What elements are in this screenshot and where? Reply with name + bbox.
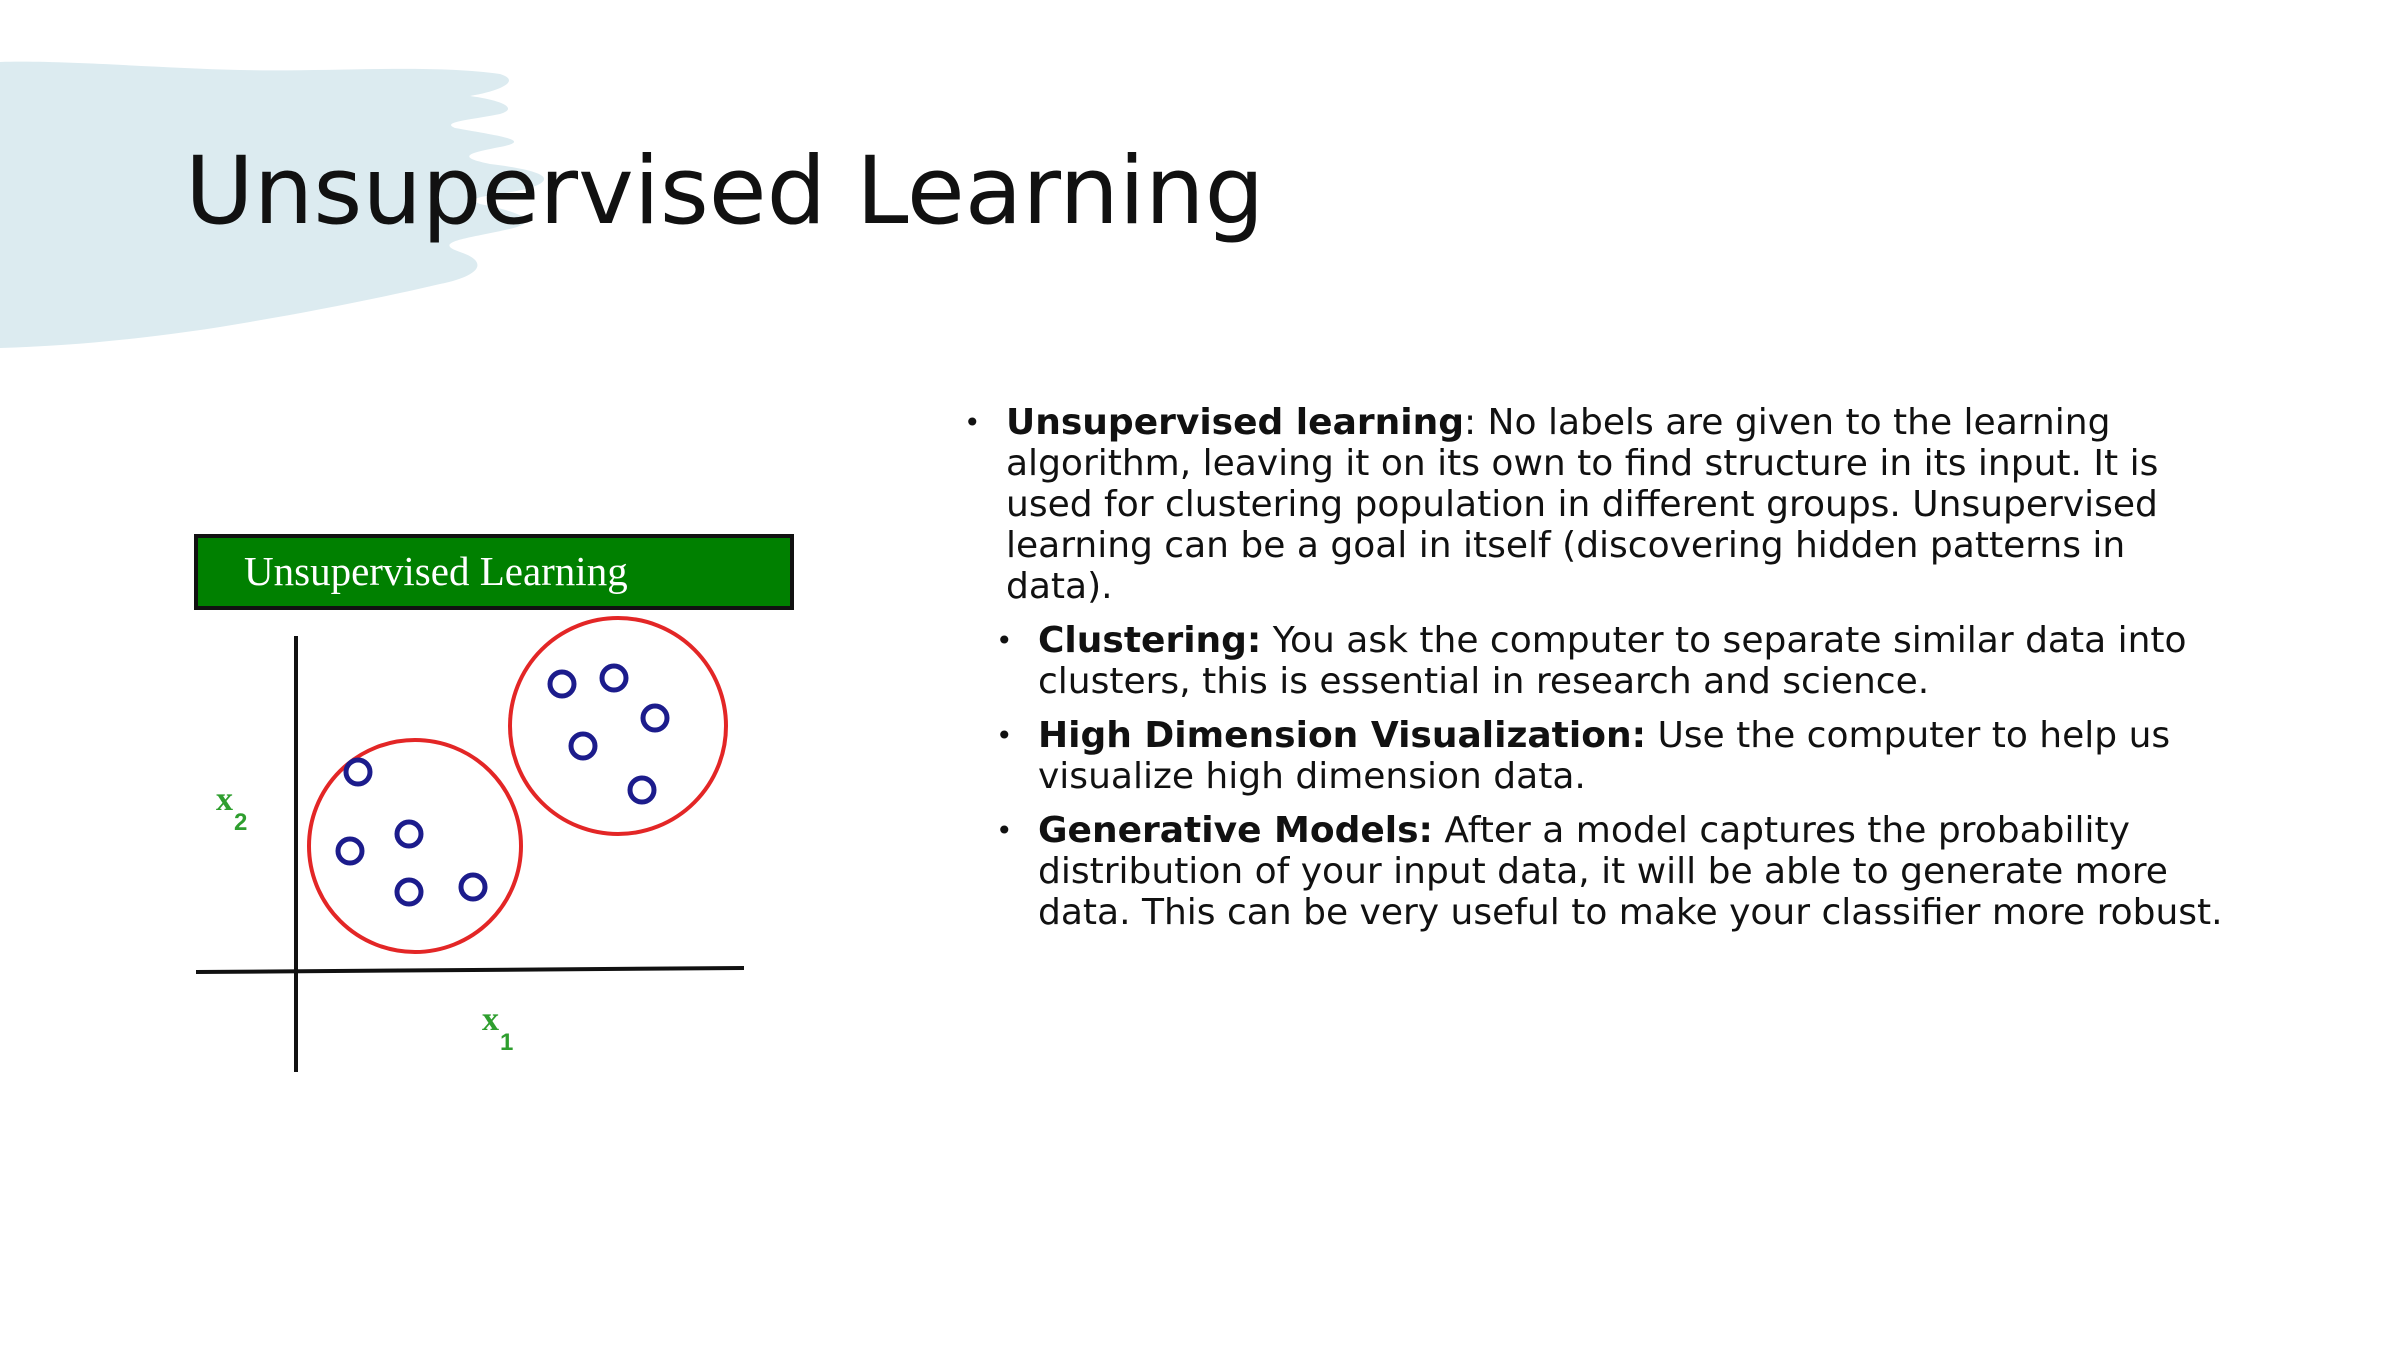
data-point [627, 775, 657, 805]
bullet-generative-models: Generative Models: After a model capture… [960, 810, 2240, 933]
bullet-term: Clustering: [1038, 620, 1262, 661]
data-point [394, 877, 424, 907]
unsupervised-learning-diagram: Unsupervised Learning x 2 x 1 [190, 528, 800, 1083]
data-point [547, 669, 577, 699]
data-point [343, 757, 373, 787]
x-axis-label: x [482, 1001, 499, 1038]
bullet-content: Unsupervised learning: No labels are giv… [960, 402, 2240, 946]
y-axis-subscript: 2 [234, 809, 247, 836]
bullet-term: Generative Models: [1038, 810, 1433, 851]
bullet-term: High Dimension Visualization: [1038, 715, 1646, 756]
bullet-term: Unsupervised learning [1006, 402, 1464, 443]
data-point [458, 872, 488, 902]
y-axis-label: x [216, 781, 233, 818]
x-axis-subscript: 1 [500, 1029, 513, 1056]
data-point [335, 836, 365, 866]
cluster-boundary-2 [508, 616, 728, 836]
bullet-high-dimension-visualization: High Dimension Visualization: Use the co… [960, 715, 2240, 797]
slide-title: Unsupervised Learning [185, 137, 1265, 246]
bullet-clustering: Clustering: You ask the computer to sepa… [960, 620, 2240, 702]
x-axis [195, 966, 745, 974]
diagram-header-label: Unsupervised Learning [244, 548, 628, 594]
data-point [568, 731, 598, 761]
data-point [599, 663, 629, 693]
bullet-list: Unsupervised learning: No labels are giv… [960, 402, 2240, 933]
bullet-unsupervised-learning: Unsupervised learning: No labels are giv… [960, 402, 2240, 607]
data-point [640, 703, 670, 733]
data-point [394, 819, 424, 849]
